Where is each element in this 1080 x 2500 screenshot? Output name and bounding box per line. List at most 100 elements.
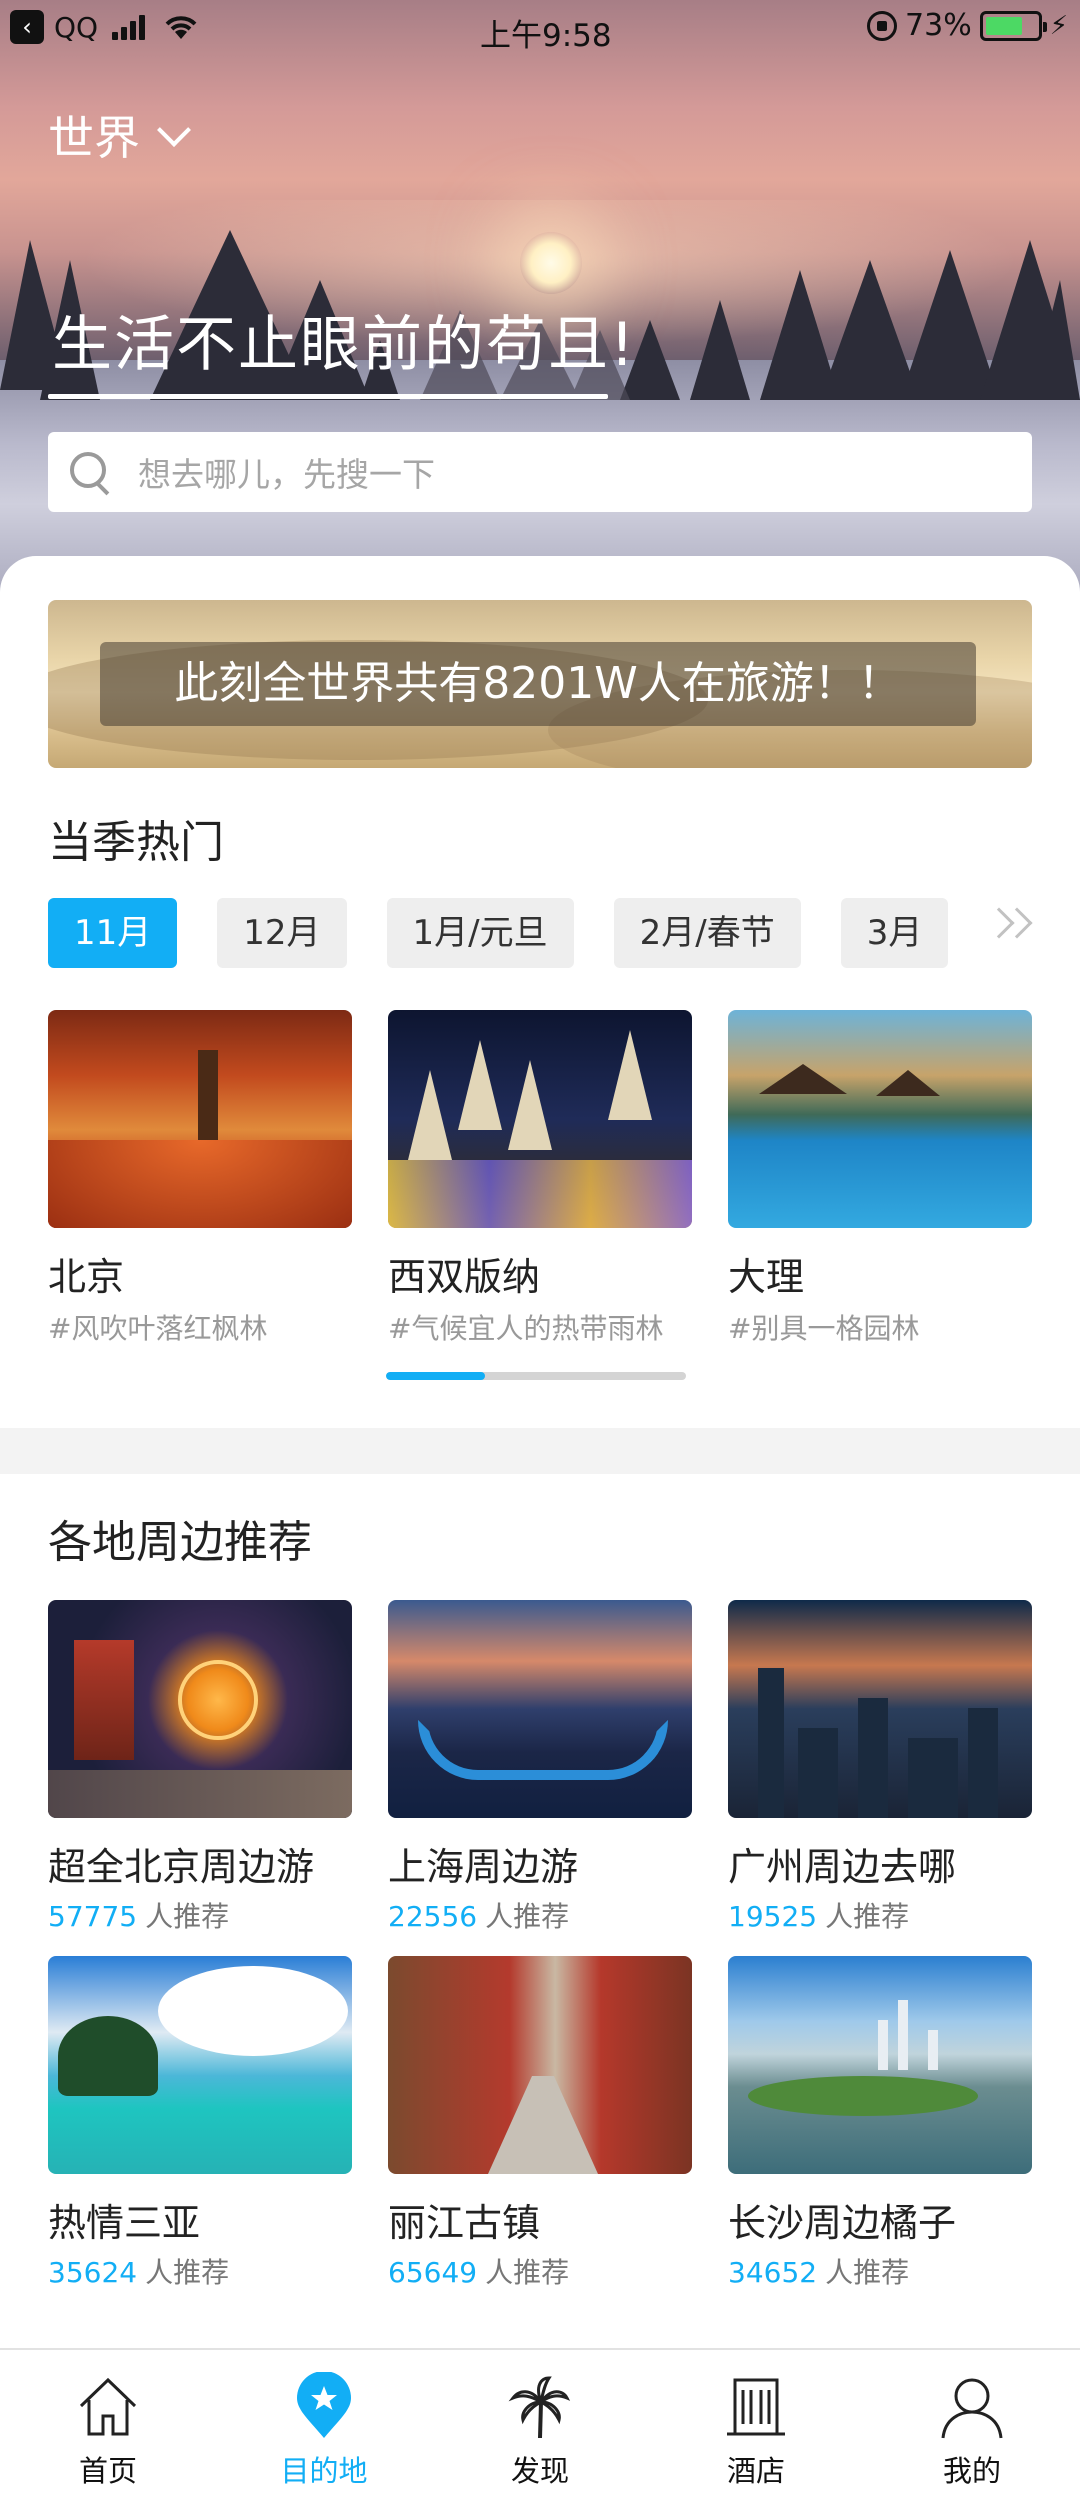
recommend-suffix: 人推荐 — [485, 1900, 570, 1933]
tab-hotel[interactable]: 酒店 — [648, 2350, 864, 2500]
tab-month-12[interactable]: 12月 — [217, 898, 347, 968]
nearby-card-changsha[interactable]: 长沙周边橘子 34652 人推荐 — [728, 1956, 1032, 2291]
spark-ring — [178, 1660, 258, 1740]
home-icon — [79, 2377, 137, 2436]
recommend-count: 22556 — [388, 1900, 478, 1933]
pagoda — [74, 1640, 134, 1760]
recommend-suffix: 人推荐 — [825, 1900, 910, 1933]
dali-pool-image — [728, 1010, 1032, 1228]
tab-month-1[interactable]: 1月/元旦 — [386, 898, 574, 968]
recommend-suffix: 人推荐 — [145, 2256, 230, 2289]
temple-spire — [508, 1060, 552, 1150]
recommend-count: 34652 — [728, 2256, 818, 2289]
bottom-tab-bar: 首页 目的地 发现 酒店 我的 — [0, 2348, 1080, 2500]
more-tabs-icon[interactable] — [983, 907, 1033, 939]
hotel-building-icon — [727, 2378, 785, 2436]
card-recommend: 19525 人推荐 — [728, 1895, 1032, 1935]
recommend-count: 35624 — [48, 2256, 138, 2289]
skyscraper — [798, 1728, 838, 1818]
palm-tree-icon — [508, 2376, 571, 2439]
travel-count-banner[interactable]: 此刻全世界共有8201W人在旅游！！ — [48, 600, 1032, 768]
seasonal-card-dali[interactable]: 大理 #别具一格园林 — [728, 1010, 1032, 1347]
tab-month-3[interactable]: 3月 — [840, 898, 949, 968]
nearby-card-lijiang[interactable]: 丽江古镇 65649 人推荐 — [388, 1956, 692, 2291]
card-recommend: 34652 人推荐 — [728, 2251, 1032, 2291]
forest-silhouette — [0, 230, 1080, 400]
temple-reflection — [388, 1160, 692, 1228]
carrier-label: QQ — [54, 10, 99, 44]
month-tab-bar: 11月 12月 1月/元旦 2月/春节 3月 — [48, 898, 949, 968]
beijing-fireworks-image — [48, 1600, 352, 1818]
search-input[interactable]: 想去哪儿，先搜一下 — [48, 432, 1032, 512]
tab-month-11[interactable]: 11月 — [48, 898, 178, 968]
tower — [898, 2000, 908, 2070]
back-to-app-icon[interactable]: ‹ — [10, 10, 44, 44]
lijiang-street-image — [388, 1956, 692, 2174]
recommend-suffix: 人推荐 — [145, 1900, 230, 1933]
guangzhou-skyline-image — [728, 1600, 1032, 1818]
tab-label: 目的地 — [280, 2454, 368, 2488]
card-recommend: 35624 人推荐 — [48, 2251, 352, 2291]
tab-label: 发现 — [510, 2454, 569, 2488]
shanghai-city-image — [388, 1600, 692, 1818]
tab-month-2[interactable]: 2月/春节 — [613, 898, 801, 968]
nearby-title: 各地周边推荐 — [48, 1517, 312, 1568]
carousel-progress-fill — [386, 1372, 485, 1380]
skyscraper — [908, 1738, 958, 1818]
xishuangbanna-temple-image — [388, 1010, 692, 1228]
sanya-beach-image — [48, 1956, 352, 2174]
location-star-icon — [297, 2372, 351, 2438]
recommend-suffix: 人推荐 — [825, 2256, 910, 2289]
leaf-ground — [48, 1140, 352, 1228]
card-name: 超全北京周边游 — [48, 1845, 315, 1889]
user-icon — [941, 2378, 1003, 2439]
card-recommend: 22556 人推荐 — [388, 1895, 692, 1935]
tab-destination[interactable]: 目的地 — [216, 2350, 432, 2500]
card-recommend: 65649 人推荐 — [388, 2251, 692, 2291]
recommend-count: 65649 — [388, 2256, 478, 2289]
tab-home[interactable]: 首页 — [0, 2350, 216, 2500]
seasonal-card-xishuangbanna[interactable]: 西双版纳 #气候宜人的热带雨林 — [388, 1010, 692, 1347]
card-name: 北京 — [48, 1255, 125, 1299]
island — [748, 2076, 978, 2116]
region-selector[interactable]: 世界 — [48, 102, 191, 168]
recommend-count: 57775 — [48, 1900, 138, 1933]
wifi-icon — [165, 16, 197, 39]
palm-trees — [58, 2016, 158, 2096]
banner-text: 此刻全世界共有8201W人在旅游！！ — [100, 642, 976, 726]
temple-spire — [608, 1030, 652, 1120]
card-name: 上海周边游 — [388, 1845, 579, 1889]
carousel-progress — [386, 1372, 686, 1380]
changsha-island-image — [728, 1956, 1032, 2174]
card-name: 广州周边去哪 — [728, 1845, 957, 1889]
nearby-card-sanya[interactable]: 热情三亚 35624 人推荐 — [48, 1956, 352, 2291]
card-name: 长沙周边橘子 — [728, 2201, 957, 2245]
battery-fill — [985, 16, 1023, 35]
recommend-suffix: 人推荐 — [485, 2256, 570, 2289]
slogan-title: 生活不止眼前的苟且! — [52, 310, 637, 380]
tab-profile[interactable]: 我的 — [864, 2350, 1080, 2500]
tab-label: 酒店 — [726, 2454, 785, 2488]
card-name: 大理 — [728, 1255, 805, 1299]
building-roof — [759, 1064, 847, 1094]
charging-icon: ⚡ — [1049, 10, 1068, 41]
card-recommend: 57775 人推荐 — [48, 1895, 352, 1935]
chevron-down-icon — [157, 113, 191, 147]
cloud — [158, 1966, 348, 2056]
nearby-card-guangzhou[interactable]: 广州周边去哪 19525 人推荐 — [728, 1600, 1032, 1935]
nearby-card-shanghai[interactable]: 上海周边游 22556 人推荐 — [388, 1600, 692, 1935]
card-name: 热情三亚 — [48, 2201, 201, 2245]
region-label: 世界 — [48, 111, 140, 165]
tab-discover[interactable]: 发现 — [432, 2350, 648, 2500]
seasonal-card-beijing[interactable]: 北京 #风吹叶落红枫林 — [48, 1010, 352, 1347]
tower — [878, 2020, 888, 2070]
tab-label: 首页 — [78, 2454, 137, 2488]
status-time: 上午9:58 — [480, 18, 612, 54]
slogan-underline — [48, 394, 608, 399]
stone-path — [488, 2076, 598, 2174]
search-placeholder: 想去哪儿，先搜一下 — [138, 455, 435, 494]
skyscraper — [968, 1708, 998, 1818]
nearby-card-beijing[interactable]: 超全北京周边游 57775 人推荐 — [48, 1600, 352, 1935]
skyscraper — [758, 1668, 784, 1818]
card-name: 丽江古镇 — [388, 2201, 541, 2245]
